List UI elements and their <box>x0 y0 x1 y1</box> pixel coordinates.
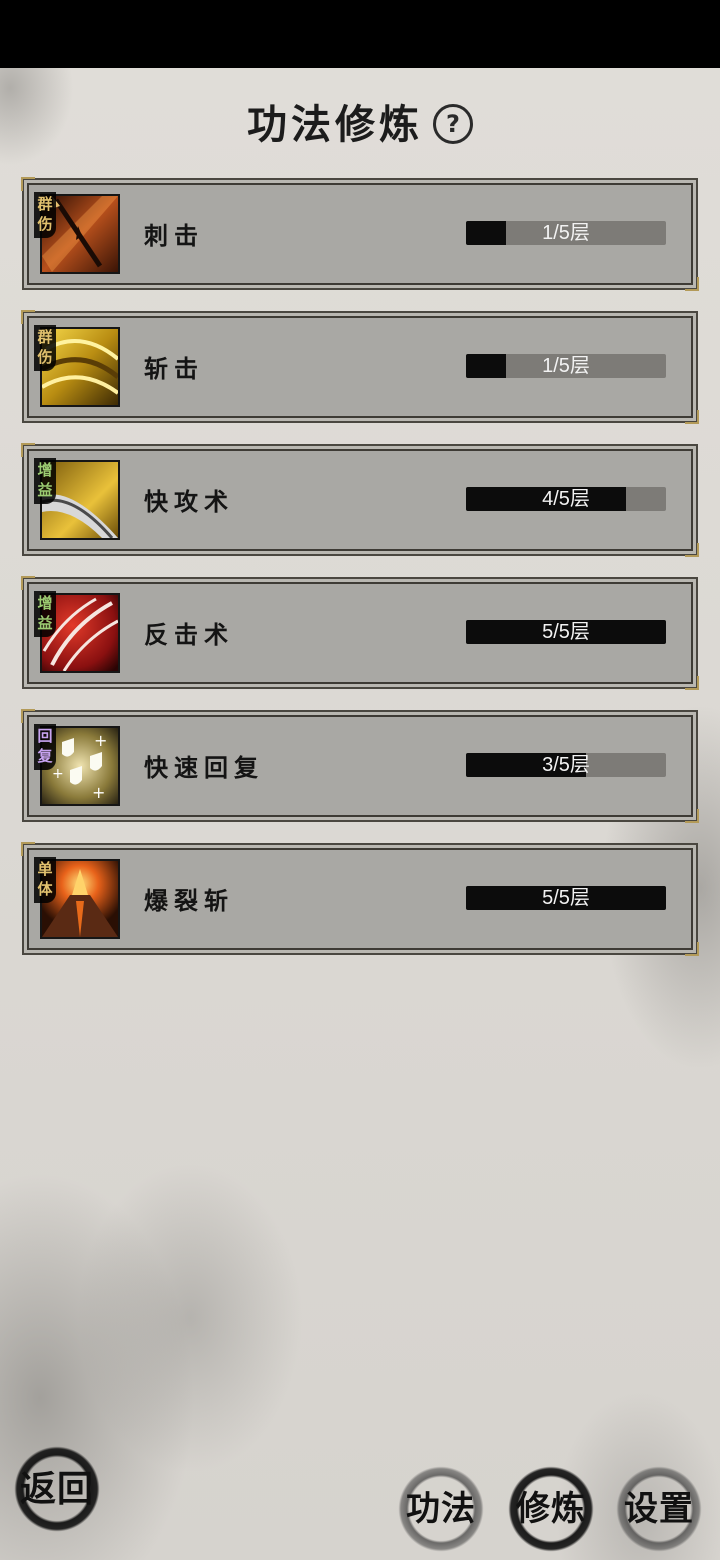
skill-level-text: 5/5层 <box>542 887 590 909</box>
skill-level-text: 1/5层 <box>542 222 590 244</box>
skill-level-bar: 3/5层 <box>466 753 666 777</box>
skill-level-text: 4/5层 <box>542 488 590 510</box>
svg-text:+: + <box>92 783 105 802</box>
skill-row[interactable]: 增益 快攻术 4/5层 <box>21 443 699 557</box>
svg-text:+: + <box>94 731 107 750</box>
skill-type-tag: 增益 <box>34 591 56 637</box>
help-icon[interactable]: ? <box>433 104 473 144</box>
skill-type-tag: 群伤 <box>34 325 56 371</box>
skill-level-bar: 5/5层 <box>466 886 666 910</box>
skill-level-text: 5/5层 <box>542 621 590 643</box>
skill-list: 群伤 刺击 1/5层 群伤 斩击 1/5层 增 益 快攻术 4/5层 增 益 反… <box>21 177 699 976</box>
skill-name: 爆裂斩 <box>144 886 234 915</box>
skill-type-tag: 单体 <box>34 857 56 903</box>
skill-name: 快速回复 <box>144 753 264 782</box>
svg-text:+: + <box>52 766 64 782</box>
skill-type-tag: 回复 <box>34 724 56 770</box>
skill-name: 刺击 <box>144 221 204 250</box>
skill-row[interactable]: 增益 反击术 5/5层 <box>21 576 699 690</box>
skill-name: 反击术 <box>144 620 234 649</box>
skill-level-bar: 4/5层 <box>466 487 666 511</box>
skill-row[interactable]: 群伤 斩击 1/5层 <box>21 310 699 424</box>
page-title-text: 功法修炼 <box>247 101 423 148</box>
nav-gongfa-button[interactable]: 功法 <box>398 1466 484 1552</box>
skill-name: 斩击 <box>144 354 204 383</box>
skill-type-tag: 增益 <box>34 458 56 504</box>
skill-name: 快攻术 <box>144 487 234 516</box>
skill-level-bar: 1/5层 <box>466 221 666 245</box>
skill-level-text: 1/5层 <box>542 355 590 377</box>
nav-shezhi-button[interactable]: 设置 <box>616 1466 702 1552</box>
skill-row[interactable]: 回复 + + + 快速回复 3/5层 <box>21 709 699 823</box>
skill-row[interactable]: 单体 爆裂斩 5/5层 <box>21 842 699 956</box>
status-bar <box>0 0 720 68</box>
skill-type-tag: 群伤 <box>34 192 56 238</box>
page-title: 功法修炼? <box>0 92 720 150</box>
skill-row[interactable]: 群伤 刺击 1/5层 <box>21 177 699 291</box>
nav-xiulian-button[interactable]: 修炼 <box>508 1466 594 1552</box>
back-button[interactable]: 返回 <box>14 1446 100 1532</box>
skill-level-bar: 5/5层 <box>466 620 666 644</box>
skill-level-bar: 1/5层 <box>466 354 666 378</box>
skill-level-text: 3/5层 <box>542 754 590 776</box>
